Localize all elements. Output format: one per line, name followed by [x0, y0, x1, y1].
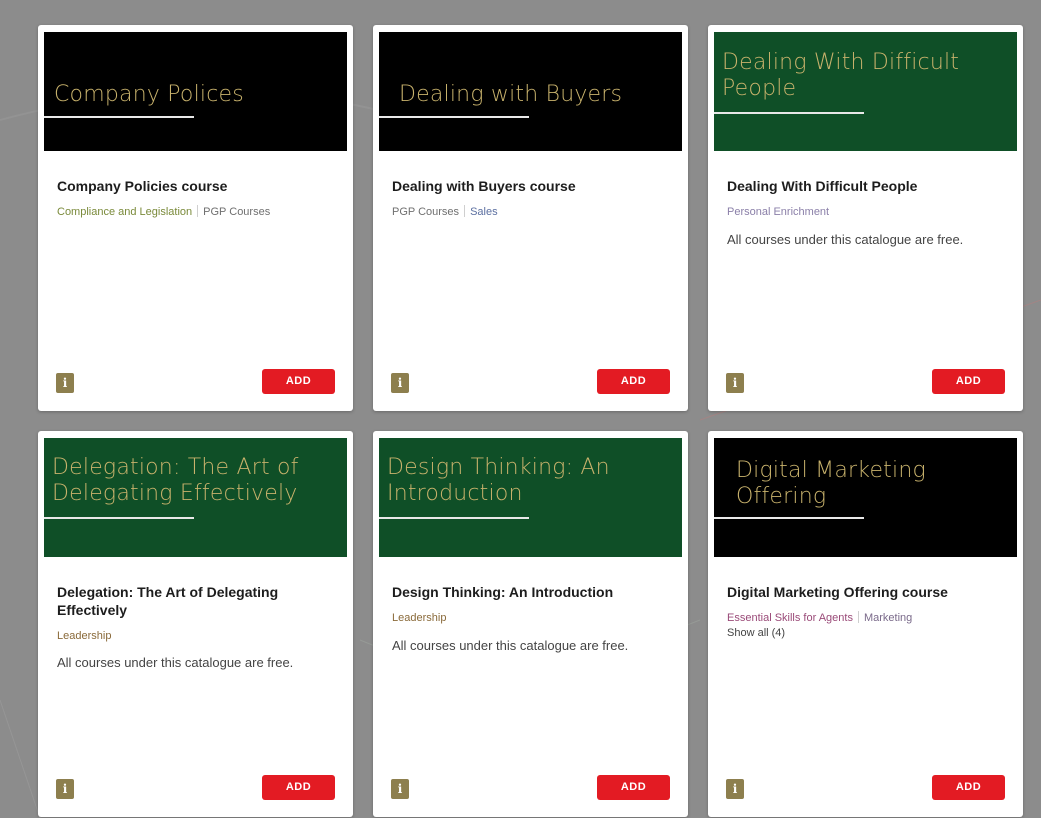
thumbnail-title: Design Thinking: An Introduction — [387, 455, 610, 506]
tag-separator — [197, 205, 199, 217]
course-card: Dealing With Difficult People Dealing Wi… — [708, 25, 1023, 411]
tag-link[interactable]: Essential Skills for Agents — [727, 612, 853, 624]
course-description: All courses under this catalogue are fre… — [727, 232, 964, 247]
thumbnail-underline — [44, 116, 194, 118]
course-description: All courses under this catalogue are fre… — [57, 655, 294, 670]
course-title[interactable]: Design Thinking: An Introduction — [392, 583, 670, 601]
tag-link[interactable]: PGP Courses — [392, 206, 459, 218]
tag-link[interactable]: Leadership — [392, 612, 446, 624]
tag-separator — [464, 205, 466, 217]
add-button[interactable]: ADD — [932, 369, 1005, 394]
add-button[interactable]: ADD — [262, 775, 335, 800]
info-button[interactable]: i — [56, 779, 74, 799]
course-card: Digital Marketing Offering Digital Marke… — [708, 431, 1023, 817]
tag-link[interactable]: Marketing — [864, 612, 912, 624]
thumbnail-title: Dealing With Difficult People — [722, 50, 960, 101]
course-card: Delegation: The Art of Delegating Effect… — [38, 431, 353, 817]
add-button[interactable]: ADD — [932, 775, 1005, 800]
course-tags: PGP Courses Sales — [392, 205, 670, 219]
course-thumbnail[interactable]: Digital Marketing Offering — [714, 438, 1017, 557]
thumbnail-underline — [714, 517, 864, 519]
add-button[interactable]: ADD — [262, 369, 335, 394]
thumbnail-title: Delegation: The Art of Delegating Effect… — [52, 455, 299, 506]
course-card: Dealing with Buyers Dealing with Buyers … — [373, 25, 688, 411]
course-thumbnail[interactable]: Dealing with Buyers — [379, 32, 682, 151]
thumbnail-underline — [714, 112, 864, 114]
show-all-link[interactable]: Show all (4) — [727, 627, 785, 639]
course-title[interactable]: Delegation: The Art of Delegating Effect… — [57, 583, 335, 619]
course-card: Company Polices Company Policies course … — [38, 25, 353, 411]
course-card: Design Thinking: An Introduction Design … — [373, 431, 688, 817]
course-grid: Company Polices Company Policies course … — [38, 25, 1023, 817]
course-description: All courses under this catalogue are fre… — [392, 638, 629, 653]
thumbnail-underline — [379, 116, 529, 118]
course-title[interactable]: Digital Marketing Offering course — [727, 583, 1005, 601]
tag-link[interactable]: Leadership — [57, 630, 111, 642]
course-tags: Compliance and Legislation PGP Courses — [57, 205, 335, 219]
course-title[interactable]: Dealing With Difficult People — [727, 177, 1005, 195]
tag-link[interactable]: Compliance and Legislation — [57, 206, 192, 218]
info-button[interactable]: i — [726, 779, 744, 799]
tag-link[interactable]: PGP Courses — [203, 206, 270, 218]
thumbnail-title: Digital Marketing Offering — [736, 458, 926, 509]
course-thumbnail[interactable]: Design Thinking: An Introduction — [379, 438, 682, 557]
info-button[interactable]: i — [391, 779, 409, 799]
info-button[interactable]: i — [391, 373, 409, 393]
info-button[interactable]: i — [56, 373, 74, 393]
thumbnail-title: Company Polices — [54, 82, 244, 107]
tag-separator — [857, 611, 859, 623]
course-thumbnail[interactable]: Dealing With Difficult People — [714, 32, 1017, 151]
thumbnail-underline — [44, 517, 194, 519]
course-thumbnail[interactable]: Delegation: The Art of Delegating Effect… — [44, 438, 347, 557]
course-tags: Essential Skills for Agents Marketing — [727, 611, 1005, 625]
info-button[interactable]: i — [726, 373, 744, 393]
add-button[interactable]: ADD — [597, 369, 670, 394]
course-title[interactable]: Company Policies course — [57, 177, 335, 195]
course-thumbnail[interactable]: Company Polices — [44, 32, 347, 151]
thumbnail-title: Dealing with Buyers — [399, 82, 623, 107]
tag-link[interactable]: Personal Enrichment — [727, 206, 829, 218]
tag-link[interactable]: Sales — [470, 206, 498, 218]
thumbnail-underline — [379, 517, 529, 519]
course-tags: Personal Enrichment — [727, 205, 1005, 219]
course-tags: Leadership — [57, 629, 335, 643]
course-title[interactable]: Dealing with Buyers course — [392, 177, 670, 195]
course-tags: Leadership — [392, 611, 670, 625]
add-button[interactable]: ADD — [597, 775, 670, 800]
